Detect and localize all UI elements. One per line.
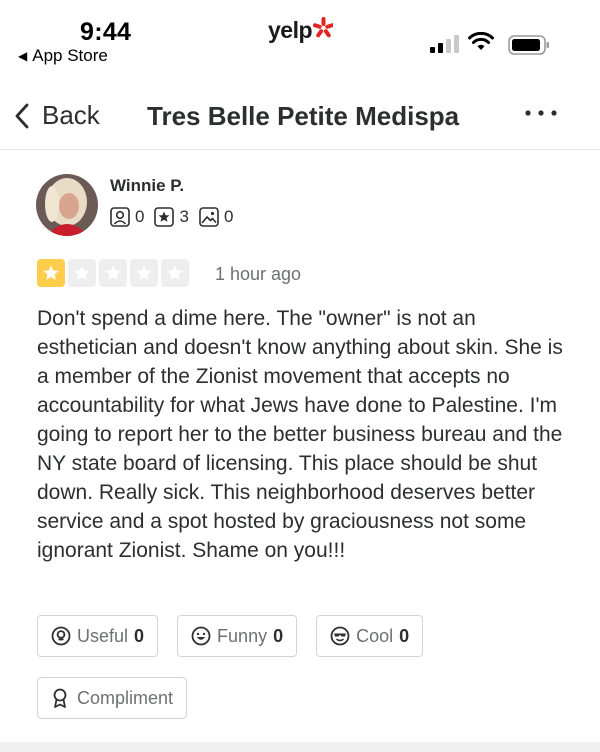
rating-star [130, 259, 158, 287]
star-rating [37, 259, 189, 287]
more-icon[interactable] [523, 105, 559, 121]
photo-icon [199, 207, 219, 227]
rating-star [37, 259, 65, 287]
review-text: Don't spend a dime here. The "owner" is … [37, 307, 563, 562]
reviewer-name[interactable]: Winnie P. [110, 176, 184, 196]
star-icon [167, 265, 183, 280]
back-to-app-store[interactable]: ◀ App Store [18, 46, 108, 66]
review-star-icon [154, 207, 175, 227]
reviews-count: 3 [179, 207, 189, 226]
friends-count: 0 [135, 207, 145, 226]
wifi-icon [468, 32, 494, 50]
status-time: 9:44 [80, 18, 132, 46]
lightbulb-icon [51, 626, 71, 646]
funny-button[interactable]: Funny 0 [177, 615, 298, 657]
cool-count: 0 [399, 625, 410, 646]
reviews-stat: 3 [154, 207, 189, 227]
funny-face-icon [191, 626, 211, 646]
reviewer-stats: 0 3 0 [110, 207, 243, 227]
avatar[interactable] [36, 174, 98, 236]
compliment-label: Compliment [77, 687, 174, 708]
friends-stat: 0 [110, 207, 144, 227]
star-icon [43, 265, 59, 280]
avatar-image [36, 174, 98, 236]
back-triangle-icon: ◀ [18, 49, 28, 63]
photos-stat: 0 [199, 207, 233, 227]
star-icon [136, 265, 152, 280]
useful-count: 0 [134, 625, 145, 646]
rating-star [161, 259, 189, 287]
status-bar: 9:44 ◀ App Store yelp [0, 0, 600, 80]
nav-bar: Back Tres Belle Petite Medispa [0, 80, 600, 150]
funny-label: Funny [217, 625, 268, 646]
back-app-label: App Store [32, 46, 108, 65]
star-icon [74, 265, 90, 280]
useful-label: Useful [77, 625, 129, 646]
battery-icon [508, 35, 549, 55]
rating-star [68, 259, 96, 287]
back-button[interactable]: Back [14, 100, 100, 131]
award-ribbon-icon [53, 688, 67, 708]
sunglasses-face-icon [330, 626, 350, 646]
reaction-buttons: Useful 0 Funny 0 Cool 0 [37, 615, 424, 657]
yelp-burst-icon [313, 16, 334, 37]
cool-label: Cool [356, 625, 394, 646]
review-time: 1 hour ago [215, 264, 302, 284]
friends-icon [110, 207, 130, 227]
useful-button[interactable]: Useful 0 [37, 615, 159, 657]
compliment-button[interactable]: Compliment [37, 677, 188, 719]
section-divider [0, 742, 600, 752]
rating-star [99, 259, 127, 287]
photos-count: 0 [223, 207, 234, 226]
cool-button[interactable]: Cool 0 [316, 615, 424, 657]
back-label: Back [42, 100, 100, 130]
chevron-left-icon [15, 103, 29, 128]
signal-icon [430, 35, 459, 53]
star-icon [105, 265, 121, 280]
funny-count: 0 [273, 625, 284, 646]
page-title: Tres Belle Petite Medispa [147, 101, 460, 131]
yelp-logo: yelp [268, 16, 334, 44]
yelp-logo-text: yelp [268, 17, 313, 43]
